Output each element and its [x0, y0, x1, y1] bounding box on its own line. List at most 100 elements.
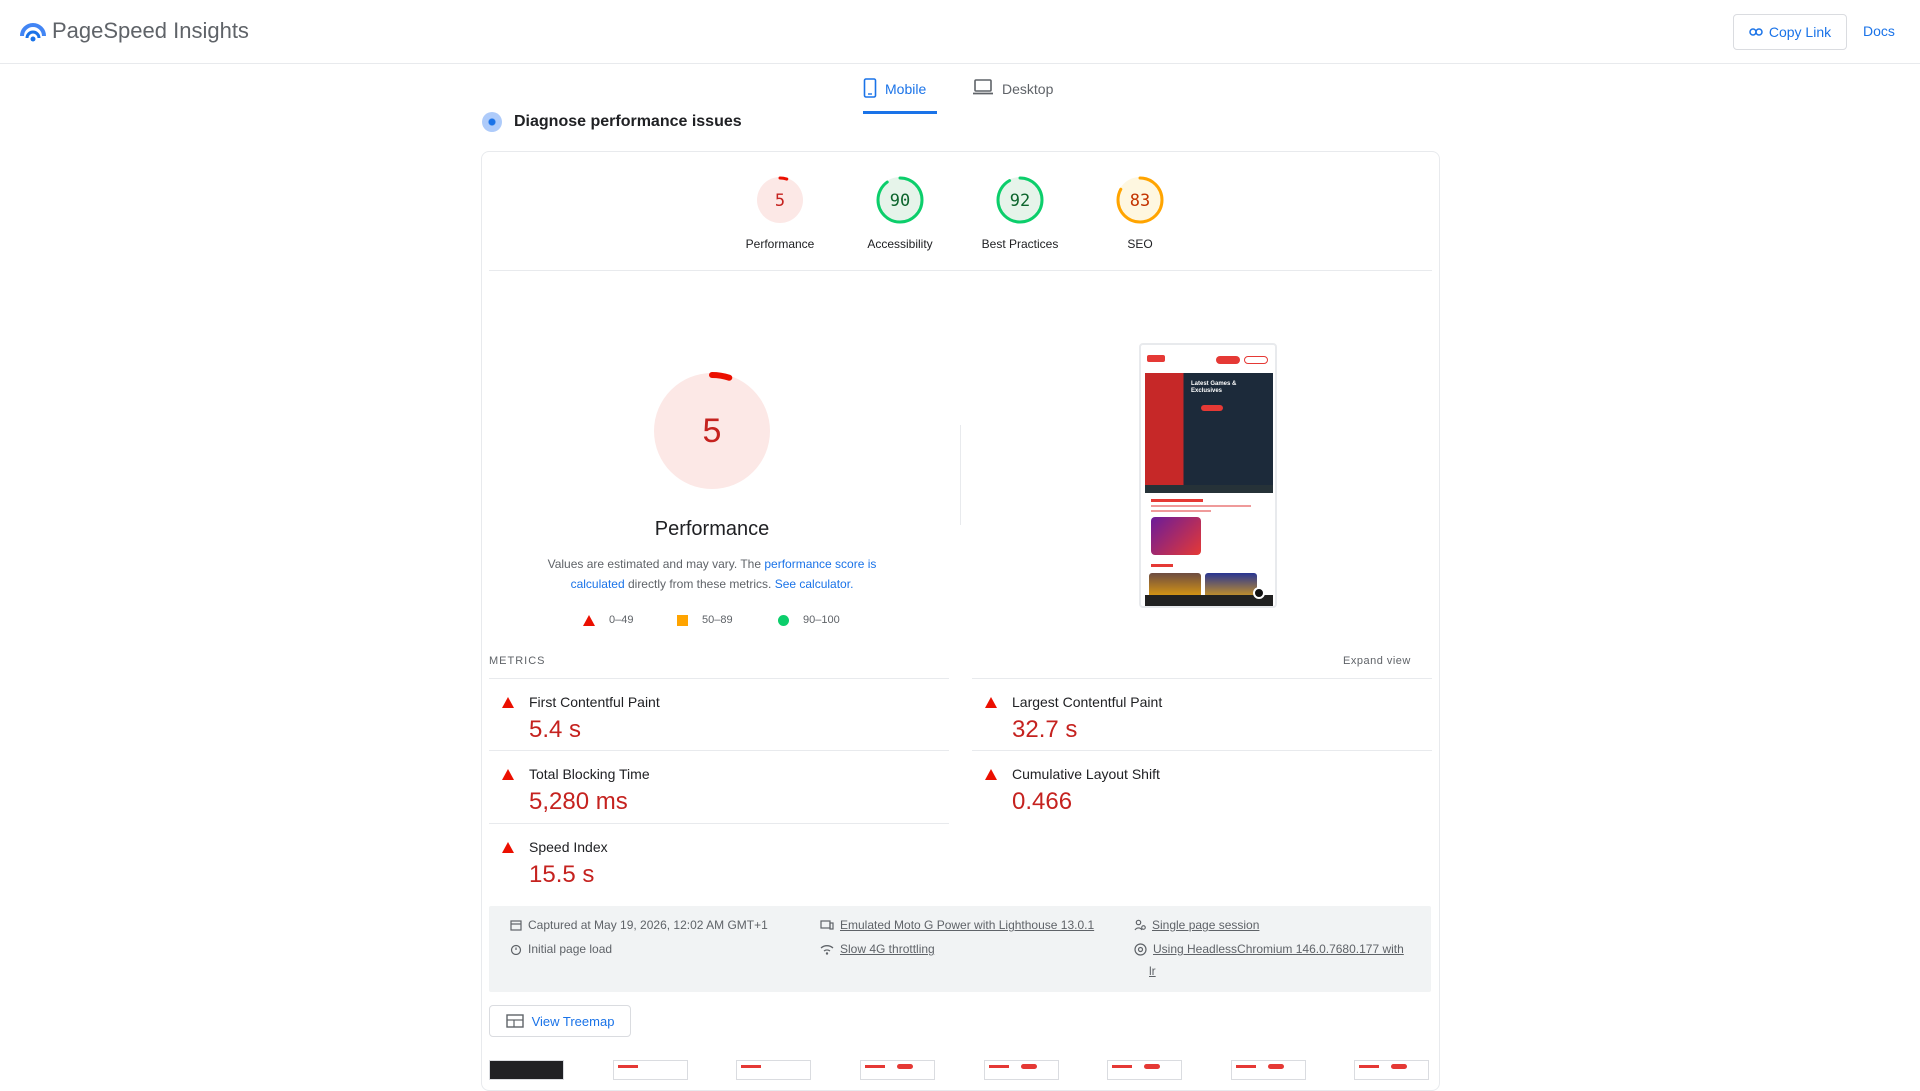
filmstrip-frame [489, 1060, 564, 1080]
score-gauge-best-practices[interactable]: 92 [995, 175, 1045, 225]
metric-label: Largest Contentful Paint [1012, 694, 1163, 710]
site-button-outline [1244, 356, 1268, 364]
docs-link[interactable]: Docs [1863, 23, 1895, 39]
laptop-icon [973, 79, 993, 95]
orange-square-icon [677, 614, 688, 626]
score-value: 90 [890, 191, 910, 211]
treemap-icon [505, 1014, 524, 1028]
metric-value: 5.4 s [529, 716, 582, 743]
score-gauge-label: Accessibility [867, 237, 933, 251]
diagnose-title: Diagnose performance issues [514, 113, 742, 130]
site-fab [1253, 587, 1265, 599]
site-heading [1151, 564, 1173, 567]
tab-mobile[interactable]: Mobile [863, 78, 937, 114]
pagespeed-logo-icon [20, 23, 46, 42]
info-browser[interactable]: Using HeadlessChromium 146.0.7680.177 wi… [1134, 942, 1404, 956]
see-calculator-link[interactable]: See calculator. [775, 577, 854, 591]
score-gauge-accessibility[interactable]: 90 [875, 175, 925, 225]
green-circle-icon [778, 614, 789, 626]
score-value: 83 [1130, 191, 1150, 211]
top-header: PageSpeed Insights Copy Link Docs [0, 0, 1920, 64]
timer-icon [510, 944, 522, 955]
legend-pass-label: 90–100 [803, 614, 840, 626]
score-gauge-seo[interactable]: 83 [1115, 175, 1165, 225]
performance-note: Values are estimated and may vary. The p… [530, 554, 894, 594]
info-captured: Captured at May 19, 2026, 12:02 AM GMT+1 [510, 918, 768, 932]
site-strip [1145, 485, 1273, 493]
metric-cls: Cumulative Layout Shift 0.466 [972, 750, 1432, 822]
filmstrip-frame [1231, 1060, 1306, 1080]
info-throttling-text: Slow 4G throttling [840, 942, 935, 956]
metric-label: Cumulative Layout Shift [1012, 766, 1160, 782]
metric-tbt: Total Blocking Time 5,280 ms [489, 750, 949, 822]
info-initial-load-text: Initial page load [528, 942, 613, 956]
site-logo [1147, 355, 1165, 362]
site-game-tile [1151, 517, 1201, 555]
metric-label: Speed Index [529, 839, 608, 855]
person-icon [1134, 919, 1146, 931]
performance-big-score: 5 [703, 412, 722, 450]
app-title: PageSpeed Insights [52, 18, 249, 43]
link-icon [1749, 28, 1763, 36]
metric-label: First Contentful Paint [529, 694, 660, 710]
gauges-divider [489, 270, 1432, 271]
performance-title: Performance [654, 518, 770, 540]
site-text-line [1151, 510, 1211, 512]
score-value: 5 [775, 191, 785, 211]
score-gauge-label: Best Practices [981, 237, 1059, 251]
site-hero-text: Latest Games & Exclusives [1191, 381, 1237, 394]
metric-value: 5,280 ms [529, 788, 628, 815]
legend-pass: 90–100 [778, 614, 840, 626]
wifi-icon [820, 945, 834, 955]
filmstrip-frame [1107, 1060, 1182, 1080]
calendar-icon [510, 920, 522, 931]
note-prefix: Values are estimated and may vary. The [547, 557, 765, 571]
metrics-title: METRICS [489, 655, 546, 667]
filmstrip-frame [613, 1060, 688, 1080]
performance-big-gauge: 5 [653, 372, 771, 490]
info-browser-text: Using HeadlessChromium 146.0.7680.177 wi… [1153, 942, 1404, 956]
final-screenshot: Latest Games & Exclusives [1139, 343, 1277, 608]
view-treemap-label: View Treemap [531, 1013, 615, 1029]
smartphone-icon [863, 78, 877, 98]
chrome-icon [1134, 942, 1147, 956]
site-heading [1151, 499, 1203, 502]
info-device-text: Emulated Moto G Power with Lighthouse 13… [840, 918, 1095, 932]
vertical-divider [960, 425, 961, 525]
metric-si: Speed Index 15.5 s [489, 823, 949, 895]
legend-average-label: 50–89 [702, 614, 733, 626]
legend-average: 50–89 [677, 614, 733, 626]
tab-desktop-label: Desktop [1002, 81, 1054, 97]
red-triangle-icon [583, 614, 595, 626]
site-text-line [1151, 505, 1251, 507]
fail-triangle-icon [502, 842, 514, 853]
fail-triangle-icon [985, 769, 997, 780]
fail-triangle-icon [985, 697, 997, 708]
view-treemap-button[interactable]: View Treemap [489, 1005, 631, 1037]
score-gauge-performance[interactable]: 5 [755, 175, 805, 225]
diagnose-heading: Diagnose performance issues [482, 112, 742, 132]
score-gauge-label: SEO [1127, 237, 1153, 251]
metric-fcp: First Contentful Paint 5.4 s [489, 678, 949, 750]
expand-view-toggle[interactable]: Expand view [1343, 655, 1411, 667]
site-hero-button [1201, 405, 1223, 411]
legend-fail-label: 0–49 [609, 614, 634, 626]
filmstrip-frame [984, 1060, 1059, 1080]
info-throttling[interactable]: Slow 4G throttling [820, 942, 935, 956]
metric-label: Total Blocking Time [529, 766, 650, 782]
info-session[interactable]: Single page session [1134, 918, 1259, 932]
fail-triangle-icon [502, 769, 514, 780]
info-device[interactable]: Emulated Moto G Power with Lighthouse 13… [820, 918, 1094, 932]
info-browser-continued: lr [1149, 964, 1156, 978]
info-session-text: Single page session [1152, 918, 1260, 932]
diagnose-icon [482, 112, 502, 132]
metric-value: 15.5 s [529, 861, 595, 888]
copy-link-button[interactable]: Copy Link [1733, 14, 1847, 50]
score-gauge-label: Performance [745, 237, 815, 251]
metric-value: 0.466 [1012, 788, 1073, 815]
filmstrip-frame [860, 1060, 935, 1080]
tab-desktop[interactable]: Desktop [972, 78, 1062, 114]
legend-fail: 0–49 [583, 614, 633, 626]
score-value: 92 [1010, 191, 1030, 211]
tab-mobile-label: Mobile [885, 81, 927, 97]
